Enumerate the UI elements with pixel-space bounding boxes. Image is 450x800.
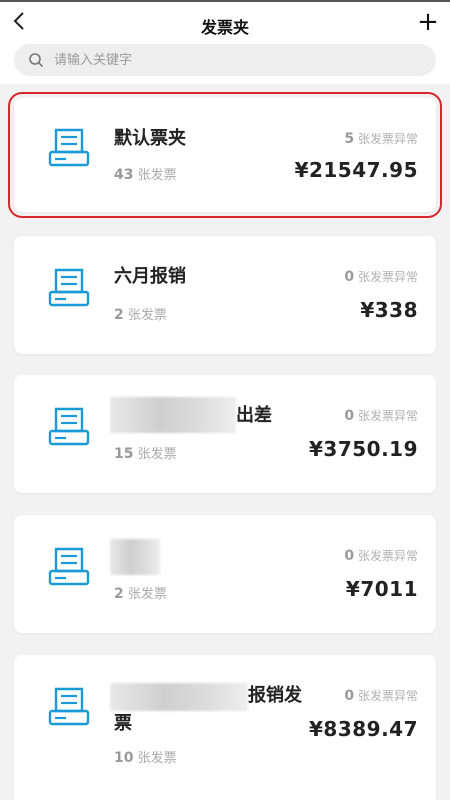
redacted-name — [110, 683, 248, 711]
search-icon — [29, 53, 44, 68]
receipt-icon — [48, 128, 90, 167]
search-box[interactable] — [14, 44, 436, 76]
total-amount: ¥21547.95 — [294, 158, 418, 182]
receipt-icon — [48, 687, 90, 726]
redacted-name — [110, 397, 236, 433]
invoice-count: 2 张发票 — [114, 307, 167, 323]
folder-name: 出差 — [236, 405, 272, 426]
add-button[interactable]: + — [416, 9, 440, 35]
invoice-count: 15 张发票 — [114, 446, 177, 462]
folder-name-line2: 票 — [114, 713, 132, 734]
total-amount: ¥338 — [360, 298, 418, 322]
folder-card-redacted[interactable]: 2 张发票 0 张发票异常 ¥7011 — [14, 515, 436, 633]
folder-name: 默认票夹 — [114, 128, 186, 149]
receipt-icon — [48, 547, 90, 586]
top-bar: 发票夹 + — [0, 0, 450, 44]
abnormal-count: 0 张发票异常 — [344, 688, 418, 704]
redacted-name — [110, 539, 160, 575]
invoice-count: 2 张发票 — [114, 586, 167, 602]
receipt-icon — [48, 407, 90, 446]
invoice-count: 10 张发票 — [114, 750, 177, 766]
search-bar — [0, 44, 450, 84]
total-amount: ¥7011 — [345, 577, 418, 601]
invoice-count: 43 张发票 — [114, 167, 177, 183]
abnormal-count: 5 张发票异常 — [344, 131, 418, 147]
folder-card-business-trip[interactable]: 出差 15 张发票 0 张发票异常 ¥3750.19 — [14, 375, 436, 493]
total-amount: ¥8389.47 — [308, 717, 418, 741]
receipt-icon — [48, 268, 90, 307]
search-input[interactable] — [52, 51, 386, 69]
page-title: 发票夹 — [200, 18, 249, 37]
folder-card-reimbursement[interactable]: 报销发 票 10 张发票 0 张发票异常 ¥8389.47 — [14, 655, 436, 800]
folder-card-june[interactable]: 六月报销 2 张发票 0 张发票异常 ¥338 — [14, 236, 436, 354]
abnormal-count: 0 张发票异常 — [344, 269, 418, 285]
abnormal-count: 0 张发票异常 — [344, 408, 418, 424]
folder-name: 六月报销 — [114, 266, 186, 287]
folder-name-line1: 报销发 — [248, 685, 302, 706]
total-amount: ¥3750.19 — [308, 437, 418, 461]
abnormal-count: 0 张发票异常 — [344, 548, 418, 564]
folder-card-default[interactable]: 默认票夹 43 张发票 5 张发票异常 ¥21547.95 — [8, 92, 442, 218]
